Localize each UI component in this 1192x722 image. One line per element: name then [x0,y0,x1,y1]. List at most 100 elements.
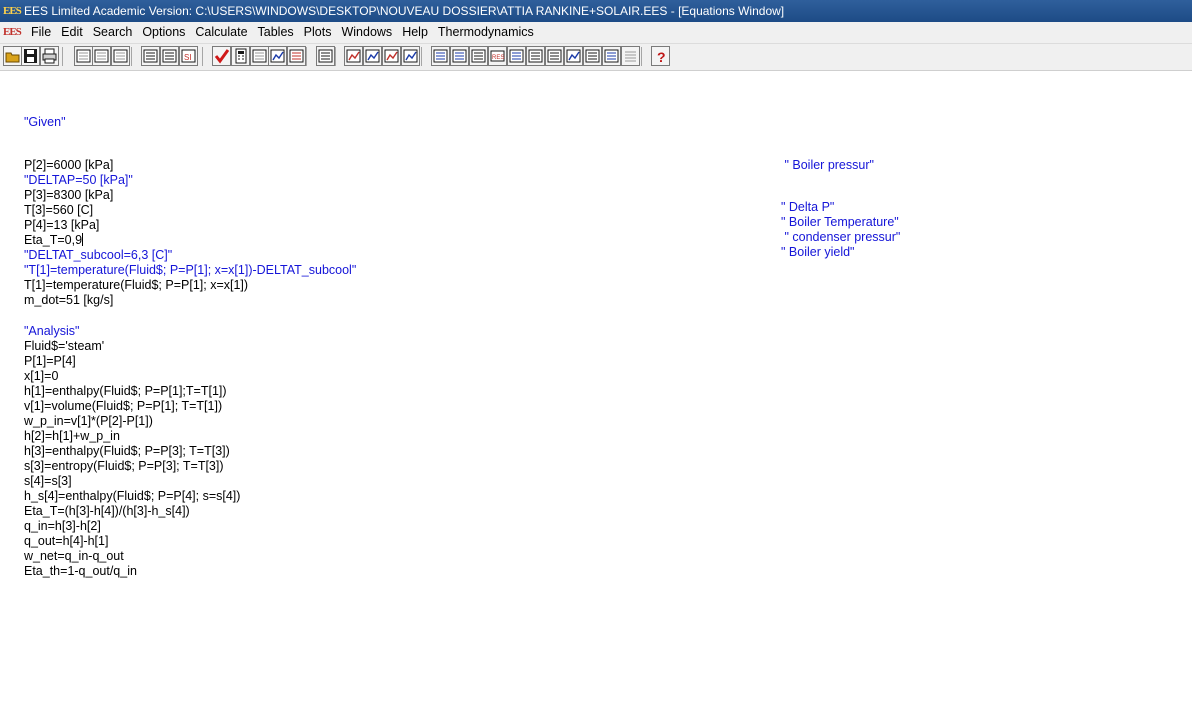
align-icon [625,51,636,62]
units-icon: SI [181,49,196,63]
grid-button[interactable] [583,46,602,66]
comment-line[interactable]: " Boiler Temperature" [781,215,899,230]
lookup-table-button[interactable] [526,46,545,66]
units-button[interactable]: SI [179,46,198,66]
cut-icon [76,49,91,63]
plot-2-button[interactable] [363,46,382,66]
menu-windows[interactable]: Windows [336,22,397,43]
equation-line[interactable]: P[1]=P[4] [24,354,76,369]
help-button[interactable]: ? [651,46,670,66]
open-button[interactable] [3,46,22,66]
comment-line[interactable]: " Boiler pressur" [781,158,873,173]
equation-line[interactable]: T[1]=temperature(Fluid$; P=P[1]; x=x[1]) [24,278,248,293]
diagram-button[interactable] [287,46,306,66]
residuals-icon [452,49,467,63]
menu-file[interactable]: File [26,22,56,43]
equation-line[interactable]: w_net=q_in-q_out [24,549,124,564]
cut-button[interactable] [74,46,93,66]
equation-line[interactable]: x[1]=0 [24,369,58,384]
parametric-table-button[interactable] [316,46,335,66]
comment-line[interactable]: "T[1]=temperature(Fluid$; P=P[1]; x=x[1]… [24,263,356,278]
comment-line[interactable]: " condenser pressur" [781,230,900,245]
arrays-icon [471,49,486,63]
equation-line[interactable]: v[1]=volume(Fluid$; P=P[1]; T=T[1]) [24,399,222,414]
calculator-icon [235,48,247,64]
equation-line[interactable]: h[1]=enthalpy(Fluid$; P=P[1];T=T[1]) [24,384,227,399]
equation-line[interactable]: Eta_th=1-q_out/q_in [24,564,137,579]
equation-line[interactable]: q_out=h[4]-h[1] [24,534,108,549]
equation-line[interactable]: h_s[4]=enthalpy(Fluid$; P=P[4]; s=s[4]) [24,489,240,504]
align-button[interactable] [621,46,640,66]
res-button[interactable]: RES [488,46,507,66]
window-button[interactable] [545,46,564,66]
svg-text:RES: RES [492,55,504,61]
help-icon: ? [657,49,666,64]
integral-table-button[interactable] [507,46,526,66]
solution-button[interactable] [431,46,450,66]
equation-line[interactable]: Eta_T=0,9 [24,233,84,248]
comment-line[interactable]: " Boiler yield" [781,245,855,260]
equations-button[interactable] [141,46,160,66]
print-button[interactable] [40,46,59,66]
toolbar-separator [421,47,422,66]
comment-line[interactable]: " Delta P" [781,200,834,215]
plot-window-button[interactable] [564,46,583,66]
menu-thermodynamics[interactable]: Thermodynamics [433,22,539,43]
ees-app-icon[interactable]: EES [3,3,23,19]
equation-line[interactable]: q_in=h[3]-h[2] [24,519,101,534]
comment-line[interactable]: "DELTAT_subcool=6,3 [C]" [24,248,172,263]
min-max-button[interactable] [250,46,269,66]
document-icon[interactable]: EES [3,24,23,40]
calculator-button[interactable] [231,46,250,66]
menu-plots[interactable]: Plots [299,22,337,43]
equation-line[interactable]: h[3]=enthalpy(Fluid$; P=P[3]; T=T[3]) [24,444,230,459]
plot-3-button[interactable] [382,46,401,66]
plot-1-button[interactable] [344,46,363,66]
parametric-table-icon [318,49,333,63]
equation-line[interactable]: P[4]=13 [kPa] [24,218,99,233]
save-button[interactable] [21,46,40,66]
menu-edit[interactable]: Edit [56,22,88,43]
text-cursor [82,233,84,247]
open-icon [5,52,20,63]
svg-text:SI: SI [184,53,192,62]
menu-help[interactable]: Help [397,22,433,43]
equations-window[interactable]: "Given" P[2]=6000 [kPa] "DELTAP=50 [kPa]" P… [0,71,1192,722]
solution-icon [433,49,448,63]
menu-search[interactable]: Search [88,22,138,43]
equation-line[interactable]: T[3]=560 [C] [24,203,93,218]
menu-items: File Edit Search Options Calculate Tables Plot… [26,22,539,43]
menu-calculate[interactable]: Calculate [190,22,252,43]
svg-text:?: ? [657,49,666,64]
comment-line[interactable]: "DELTAP=50 [kPa]" [24,173,133,188]
equation-line[interactable]: w_p_in=v[1]*(P[2]-P[1]) [24,414,153,429]
save-icon [24,49,37,63]
check-button[interactable] [212,46,231,66]
equation-line[interactable]: Eta_T=(h[3]-h[4])/(h[3]-h_s[4]) [24,504,190,519]
print-icon [42,48,57,64]
equation-line[interactable]: Fluid$='steam' [24,339,104,354]
toolbar-separator [306,47,307,66]
equation-line[interactable]: P[3]=8300 [kPa] [24,188,113,203]
equation-line[interactable]: s[3]=entropy(Fluid$; P=P[3]; T=T[3]) [24,459,224,474]
equation-line[interactable]: m_dot=51 [kg/s] [24,293,113,308]
plot-solve-button[interactable] [268,46,287,66]
residuals-button[interactable] [450,46,469,66]
arrays-button[interactable] [469,46,488,66]
formatted-equations-button[interactable] [160,46,179,66]
window-title: EES Limited Academic Version: C:\USERS\W… [24,4,785,18]
copy-button[interactable] [92,46,111,66]
equation-line[interactable]: s[4]=s[3] [24,474,72,489]
menu-options[interactable]: Options [137,22,190,43]
menu-tables[interactable]: Tables [253,22,299,43]
plot-4-button[interactable] [401,46,420,66]
picture-icon [604,49,619,63]
grid-icon [585,49,600,63]
toolbar-separator [131,47,132,66]
equation-line[interactable]: P[2]=6000 [kPa] [24,158,113,173]
comment-line[interactable]: "Analysis" [24,324,79,339]
picture-button[interactable] [602,46,621,66]
comment-line[interactable]: "Given" [24,115,66,130]
equation-line[interactable]: h[2]=h[1]+w_p_in [24,429,120,444]
paste-button[interactable] [111,46,130,66]
